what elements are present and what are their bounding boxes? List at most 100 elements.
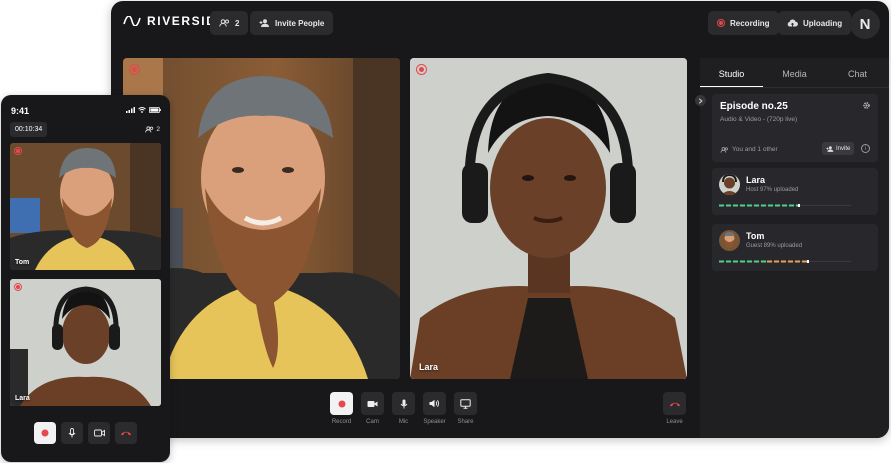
guest-upload-status: Host 97% uploaded — [746, 187, 799, 193]
episode-participants-label: You and 1 other — [732, 146, 778, 153]
episode-subtitle: Audio & Video - (720p live) — [720, 116, 798, 123]
avatar — [719, 230, 740, 251]
participant-name-label: Lara — [419, 362, 439, 372]
cam-control[interactable]: Cam — [361, 392, 384, 425]
invite-people-button[interactable]: Invite People — [250, 11, 334, 35]
camera-icon — [367, 400, 378, 407]
collapse-panel-button[interactable] — [695, 95, 706, 106]
participants-count: 2 — [235, 18, 240, 28]
wifi-icon — [138, 107, 146, 113]
guest-card-tom: Tom Guest 89% uploaded — [712, 224, 878, 271]
mobile-video-tile-tom[interactable]: Tom — [10, 143, 161, 270]
status-bar-icons — [126, 107, 161, 113]
cam-button[interactable] — [88, 422, 110, 444]
call-controls: Record Cam Mic Speaker Share — [330, 392, 477, 425]
participants-button[interactable]: 2 — [145, 126, 160, 133]
hang-up-icon — [669, 402, 680, 406]
mic-label: Mic — [398, 419, 409, 425]
recording-status-button[interactable]: Recording — [708, 11, 779, 35]
participant-video-image — [410, 58, 687, 379]
people-icon — [145, 126, 154, 133]
speaker-button[interactable] — [423, 392, 446, 415]
leave-button[interactable] — [115, 422, 137, 444]
hang-up-icon — [120, 431, 132, 436]
tab-media[interactable]: Media — [763, 58, 826, 87]
user-avatar[interactable]: N — [850, 9, 880, 39]
recording-indicator-icon — [129, 64, 140, 75]
leave-button[interactable] — [663, 392, 686, 415]
cam-label: Cam — [366, 419, 379, 425]
participant-video-image — [10, 143, 161, 270]
uploading-status-button[interactable]: Uploading — [778, 11, 852, 35]
mic-button[interactable] — [392, 392, 415, 415]
share-button[interactable] — [454, 392, 477, 415]
microphone-icon — [400, 399, 407, 408]
speaker-control[interactable]: Speaker — [423, 392, 446, 425]
tab-studio[interactable]: Studio — [700, 58, 763, 87]
avatar — [719, 174, 740, 195]
participants-count: 2 — [156, 126, 160, 133]
guest-name: Tom — [746, 231, 765, 241]
guest-upload-status: Guest 89% uploaded — [746, 243, 803, 249]
episode-card: Episode no.25 Audio & Video - (720p live… — [712, 94, 878, 162]
leave-control[interactable]: Leave — [663, 392, 686, 425]
recording-label: Recording — [730, 18, 770, 28]
mobile-app-window: 9:41 00:10:34 2 Tom Lara — [1, 95, 170, 462]
share-label: Share — [457, 419, 474, 425]
studio-side-panel: Studio Media Chat Episode no.25 Audio & … — [695, 58, 889, 438]
battery-icon — [149, 107, 161, 113]
signal-icon — [126, 107, 135, 113]
guest-card-lara: Lara Host 97% uploaded — [712, 168, 878, 215]
record-dot-icon — [717, 19, 725, 27]
episode-title: Episode no.25 — [720, 101, 788, 112]
speaker-icon — [429, 399, 439, 408]
panel-tabs: Studio Media Chat — [700, 58, 889, 87]
speaker-label: Speaker — [423, 419, 446, 425]
participant-video-image — [10, 279, 161, 406]
wave-logo-icon — [123, 16, 141, 26]
share-control[interactable]: Share — [454, 392, 477, 425]
upload-progress-bar — [719, 260, 851, 263]
people-icon — [720, 146, 728, 153]
tab-chat[interactable]: Chat — [826, 58, 889, 87]
invite-people-label: Invite People — [275, 18, 325, 28]
mobile-video-tile-lara[interactable]: Lara — [10, 279, 161, 406]
cam-button[interactable] — [361, 392, 384, 415]
leave-label: Leave — [666, 419, 683, 425]
participants-button[interactable]: 2 — [210, 11, 249, 35]
episode-invite-button[interactable]: Invite — [822, 142, 855, 155]
add-person-icon — [259, 19, 269, 27]
mobile-call-controls — [34, 422, 137, 444]
add-person-icon — [826, 145, 834, 152]
chevron-right-icon — [698, 97, 703, 104]
episode-participants: You and 1 other — [720, 146, 778, 153]
mic-control[interactable]: Mic — [392, 392, 415, 425]
recording-indicator-icon — [14, 147, 22, 155]
status-bar-time: 9:41 — [11, 106, 30, 116]
microphone-icon — [68, 428, 76, 438]
gear-icon[interactable] — [862, 101, 871, 110]
record-button[interactable] — [330, 392, 353, 415]
camera-icon — [93, 429, 105, 437]
guest-name: Lara — [746, 175, 766, 185]
video-tile-lara[interactable]: Lara — [410, 58, 687, 379]
info-icon[interactable]: i — [861, 144, 870, 153]
participant-name-label: Tom — [15, 259, 30, 266]
mic-button[interactable] — [61, 422, 83, 444]
screen-share-icon — [460, 398, 471, 409]
record-control[interactable]: Record — [330, 392, 353, 425]
record-label: Record — [331, 419, 352, 425]
record-icon — [338, 400, 345, 407]
people-icon — [219, 19, 229, 27]
recording-indicator-icon — [416, 64, 427, 75]
tabs-divider — [700, 87, 889, 88]
record-icon — [41, 429, 49, 437]
uploading-label: Uploading — [803, 18, 843, 28]
top-bar: RIVERSIDE 2 Invite People Recording Uplo… — [111, 1, 889, 45]
recording-indicator-icon — [14, 283, 22, 291]
recording-timer: 00:10:34 — [10, 122, 48, 137]
desktop-app-window: RIVERSIDE 2 Invite People Recording Uplo… — [111, 1, 889, 438]
cloud-upload-icon — [787, 19, 798, 27]
record-button[interactable] — [34, 422, 56, 444]
participant-name-label: Lara — [15, 395, 30, 402]
